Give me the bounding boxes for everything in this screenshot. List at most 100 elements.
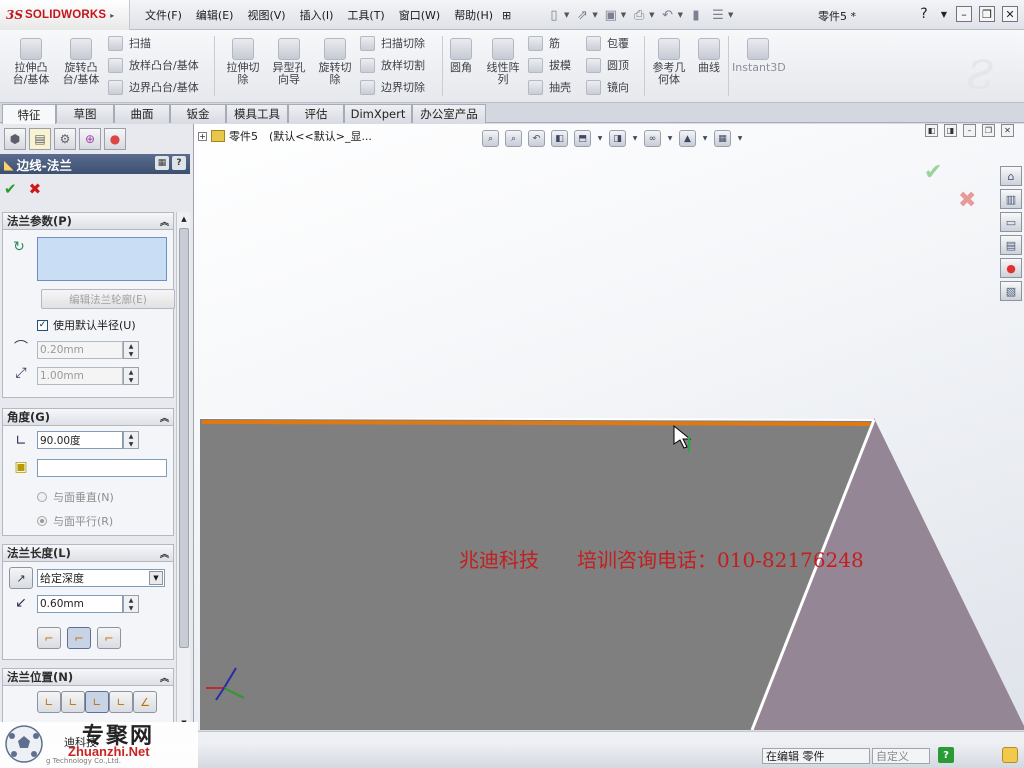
rebuild-icon[interactable]: ▮ [687,6,705,24]
display-manager-icon[interactable]: ● [104,128,126,150]
custom-properties-icon[interactable]: ▧ [1000,281,1022,301]
menu-view[interactable]: 视图(V) [240,7,292,23]
scene-dropdown-icon[interactable]: ▼ [737,130,743,147]
previous-view-icon[interactable]: ↶ [528,130,545,147]
bend-radius-field[interactable]: 0.20mm [37,341,123,359]
extrude-boss-button[interactable]: 拉伸凸 台/基体 [8,38,54,86]
dropdown-arrow-icon[interactable]: ▼ [149,571,163,585]
dome-button[interactable]: 圆顶 [586,56,629,74]
open-icon[interactable]: ⇗ [573,6,591,24]
edit-appearance-icon[interactable]: ▲ [679,130,696,147]
reverse-direction-button[interactable]: ↗ [9,567,33,589]
options-icon[interactable]: ☰ [709,6,727,24]
menu-file[interactable]: 文件(F) [138,7,189,23]
flange-length-field[interactable]: 0.60mm [37,595,123,613]
units-dropdown[interactable]: 自定义 [872,748,930,764]
doc-close-button[interactable]: ✕ [1001,124,1014,137]
scroll-up-icon[interactable]: ▲ [178,213,190,225]
tab-office-products[interactable]: 办公室产品 [412,104,486,123]
menu-help[interactable]: 帮助(H) [447,7,500,23]
lofted-cut-button[interactable]: 放样切割 [360,56,425,74]
graphics-horizontal-scrollbar[interactable] [194,731,1024,743]
revolve-boss-button[interactable]: 旋转凸 台/基体 [58,38,104,86]
view-orientation-dropdown-icon[interactable]: ▼ [597,130,603,147]
hide-show-dropdown-icon[interactable]: ▼ [667,130,673,147]
section-view-icon[interactable]: ◧ [551,130,568,147]
outer-virtual-sharp-button[interactable]: ⌐ [37,627,61,649]
tab-mold-tools[interactable]: 模具工具 [226,104,288,123]
confirmation-cancel-icon[interactable]: ✖ [958,188,976,213]
menu-tools[interactable]: 工具(T) [340,7,391,23]
property-manager-scrollbar[interactable]: ▲ ▼ [176,212,190,730]
collapse-chevron-icon[interactable]: ︽ [160,411,169,424]
status-help-button[interactable]: ? [938,747,954,763]
open-dropdown-icon[interactable]: ▼ [592,11,597,19]
angle-header[interactable]: 角度(G) ︽ [3,409,173,426]
end-condition-select[interactable]: 给定深度 ▼ [37,569,165,587]
collapse-chevron-icon[interactable]: ︽ [160,547,169,560]
minimize-button[interactable]: – [956,6,972,22]
scroll-thumb[interactable] [179,228,189,648]
edit-flange-profile-button[interactable]: 编辑法兰轮廓(E) [41,289,175,309]
expand-icon[interactable]: + [198,131,207,141]
mirror-button[interactable]: 镜向 [586,78,629,96]
property-manager-icon[interactable]: ▤ [29,128,51,150]
tab-surfaces[interactable]: 曲面 [114,104,170,123]
doc-minimize-button[interactable]: – [963,124,976,137]
menu-window[interactable]: 窗口(W) [392,7,447,23]
tab-features[interactable]: 特征 [2,104,56,124]
boundary-boss-button[interactable]: 边界凸台/基体 [108,78,199,96]
tab-sketch[interactable]: 草图 [56,104,114,123]
shell-button[interactable]: 抽壳 [528,78,571,96]
flange-angle-field[interactable]: 90.00度 [37,431,123,449]
hide-show-items-icon[interactable]: ∞ [644,130,661,147]
view-orientation-icon[interactable]: ⬒ [574,130,591,147]
zoom-to-fit-icon[interactable]: ⌕ [482,130,499,147]
zoom-to-area-icon[interactable]: ⌕ [505,130,522,147]
solidworks-resources-icon[interactable]: ⌂ [1000,166,1022,186]
use-default-radius-checkbox[interactable]: ✓ 使用默认半径(U) [37,317,136,333]
loft-boss-button[interactable]: 放样凸台/基体 [108,56,199,74]
boundary-cut-button[interactable]: 边界切除 [360,78,425,96]
fillet-button[interactable]: 圆角 [438,38,484,74]
flange-angle-spinner[interactable]: ▲ ▼ [123,431,139,449]
collapse-chevron-icon[interactable]: ︽ [160,215,169,228]
tangent-bend-button[interactable]: ⌐ [97,627,121,649]
draft-button[interactable]: 拔模 [528,56,571,74]
undo-icon[interactable]: ↶ [659,6,677,24]
view-palette-icon[interactable]: ▤ [1000,235,1022,255]
menu-edit[interactable]: 编辑(E) [189,7,241,23]
feature-tree-icon[interactable]: ⬢ [4,128,26,150]
save-dropdown-icon[interactable]: ▼ [621,11,626,19]
appearance-dropdown-icon[interactable]: ▼ [702,130,708,147]
sheet-metal-model[interactable] [194,418,1024,730]
tags-icon[interactable] [1002,747,1018,763]
rib-button[interactable]: 筋 [528,34,560,52]
inner-virtual-sharp-button[interactable]: ⌐ [67,627,91,649]
curves-button[interactable]: 曲线 [686,38,732,74]
flange-length-header[interactable]: 法兰长度(L) ︽ [3,545,173,562]
face-selection-box[interactable] [37,459,167,477]
print-icon[interactable]: ⎙ [630,6,648,24]
confirmation-ok-icon[interactable]: ✔ [924,160,942,185]
revolve-cut-button[interactable]: 旋转切 除 [312,38,358,86]
ok-button[interactable]: ✔ [4,180,17,198]
material-inside-button[interactable]: ∟ [37,691,61,713]
new-icon[interactable]: ▯ [545,6,563,24]
save-icon[interactable]: ▣ [602,6,620,24]
new-dropdown-icon[interactable]: ▼ [564,11,569,19]
close-button[interactable]: ✕ [1002,6,1018,22]
gap-distance-spinner[interactable]: ▲ ▼ [123,367,139,385]
edge-selection-box[interactable] [37,237,167,281]
design-library-icon[interactable]: ▥ [1000,189,1022,209]
pm-help-button[interactable]: ? [172,156,186,170]
flyout-feature-tree[interactable]: + 零件5 (默认<<默认>_显... [198,128,372,144]
extrude-cut-button[interactable]: 拉伸切 除 [220,38,266,86]
bend-from-virtual-sharp-button[interactable]: ∟ [109,691,133,713]
print-dropdown-icon[interactable]: ▼ [649,11,654,19]
flange-position-header[interactable]: 法兰位置(N) ︽ [3,669,173,686]
restore-button[interactable]: ❐ [979,6,995,22]
gap-distance-field[interactable]: 1.00mm [37,367,123,385]
menu-pin-icon[interactable]: ⊞ [500,9,513,22]
configuration-manager-icon[interactable]: ⚙ [54,128,76,150]
